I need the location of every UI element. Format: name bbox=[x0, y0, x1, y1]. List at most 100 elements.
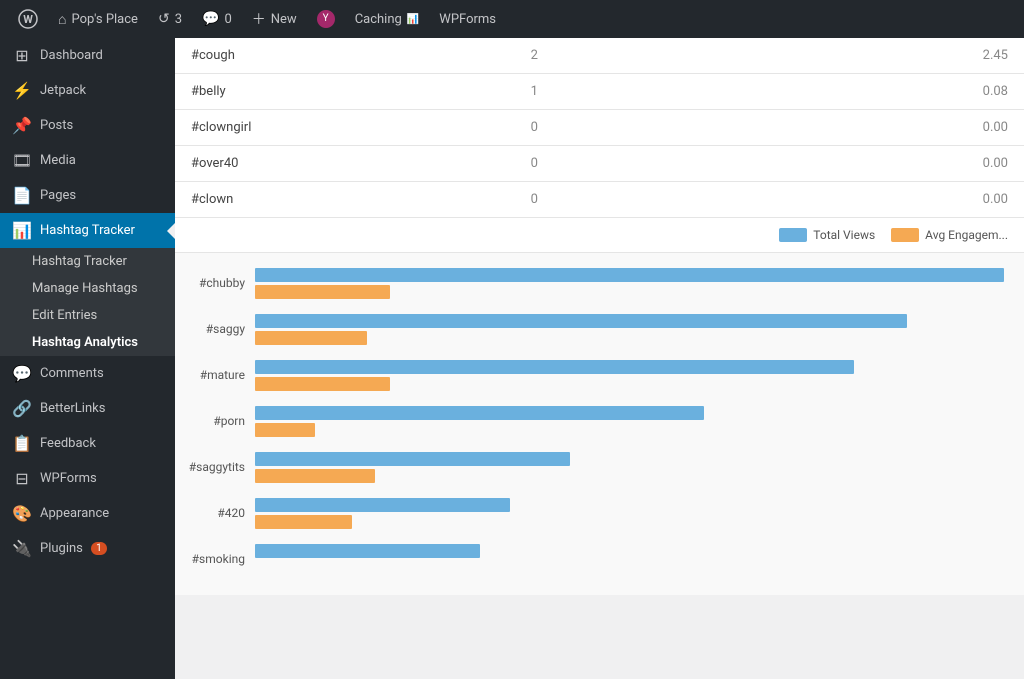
chart-row-bars bbox=[255, 452, 1004, 483]
sidebar-item-posts[interactable]: 📌 Posts bbox=[0, 108, 175, 143]
plus-icon: ＋ bbox=[252, 9, 266, 29]
posts-icon: 📌 bbox=[12, 116, 32, 135]
table-cell-tag: #clown bbox=[175, 182, 515, 218]
table-cell-tag: #cough bbox=[175, 38, 515, 74]
bar-orange bbox=[255, 377, 390, 391]
sidebar-item-pages[interactable]: 📄 Pages bbox=[0, 178, 175, 213]
sidebar-item-plugins[interactable]: 🔌 Plugins 1 bbox=[0, 531, 175, 566]
sidebar-item-feedback-label: Feedback bbox=[40, 436, 96, 451]
chart-row-bars bbox=[255, 406, 1004, 437]
chart-row: #chubby bbox=[175, 263, 1004, 303]
table-cell-value: 2.45 bbox=[769, 38, 1024, 74]
bar-orange bbox=[255, 331, 367, 345]
data-table: #cough 2 2.45 #belly 1 0.08 #clowngirl 0… bbox=[175, 38, 1024, 218]
sidebar-subitem-edit-entries[interactable]: Edit Entries bbox=[0, 302, 175, 329]
caching-chart-icon: 📊 bbox=[407, 14, 419, 25]
legend-avg-engagement-label: Avg Engagem... bbox=[925, 228, 1008, 242]
betterlinks-icon: 🔗 bbox=[12, 399, 32, 418]
sidebar-item-feedback[interactable]: 📋 Feedback bbox=[0, 426, 175, 461]
chart-row-bars bbox=[255, 360, 1004, 391]
sidebar-submenu-hashtag: Hashtag Tracker Manage Hashtags Edit Ent… bbox=[0, 248, 175, 356]
sidebar-item-betterlinks[interactable]: 🔗 BetterLinks bbox=[0, 391, 175, 426]
table-cell-count: 0 bbox=[515, 110, 770, 146]
comments-count: 0 bbox=[224, 12, 231, 27]
bar-blue bbox=[255, 406, 704, 420]
chart-legend: Total Views Avg Engagem... bbox=[175, 218, 1024, 253]
table-row: #clowngirl 0 0.00 bbox=[175, 110, 1024, 146]
wpforms-adminbar-button[interactable]: WPForms bbox=[429, 0, 506, 38]
chart-row: #smoking bbox=[175, 539, 1004, 579]
table-cell-value: 0.08 bbox=[769, 74, 1024, 110]
bar-orange bbox=[255, 515, 352, 529]
table-cell-value: 0.00 bbox=[769, 146, 1024, 182]
sidebar-item-appearance[interactable]: 🎨 Appearance bbox=[0, 496, 175, 531]
appearance-icon: 🎨 bbox=[12, 504, 32, 523]
chart-row-label: #mature bbox=[175, 368, 255, 382]
sidebar-item-media-label: Media bbox=[40, 153, 76, 168]
yoast-button[interactable]: Y bbox=[307, 0, 345, 38]
hashtag-chart: #chubby#saggy#mature#porn#saggytits#420#… bbox=[175, 253, 1024, 595]
updates-button[interactable]: ↺ 3 bbox=[148, 0, 192, 38]
caching-button[interactable]: Caching 📊 bbox=[345, 0, 430, 38]
chart-row-label: #chubby bbox=[175, 276, 255, 290]
chart-row-bars bbox=[255, 268, 1004, 299]
site-name-label: Pop's Place bbox=[71, 12, 137, 27]
chart-row: #420 bbox=[175, 493, 1004, 533]
legend-avg-engagement-color bbox=[891, 228, 919, 242]
sidebar-item-posts-label: Posts bbox=[40, 118, 73, 133]
updates-count: 3 bbox=[175, 12, 182, 27]
sidebar-item-hashtag-tracker-label: Hashtag Tracker bbox=[40, 223, 135, 238]
svg-text:W: W bbox=[23, 13, 33, 26]
hashtag-tracker-icon: 📊 bbox=[12, 221, 32, 240]
chart-row: #porn bbox=[175, 401, 1004, 441]
sidebar-item-comments[interactable]: 💬 Comments bbox=[0, 356, 175, 391]
sidebar-item-media[interactable]: 🎞 Media bbox=[0, 143, 175, 178]
chart-row: #mature bbox=[175, 355, 1004, 395]
table-cell-count: 0 bbox=[515, 182, 770, 218]
new-label: New bbox=[271, 12, 297, 27]
bar-orange bbox=[255, 285, 390, 299]
updates-icon: ↺ bbox=[158, 11, 170, 27]
bar-blue bbox=[255, 314, 907, 328]
comments-icon: 💬 bbox=[202, 11, 219, 27]
home-icon: ⌂ bbox=[58, 11, 66, 28]
plugins-icon: 🔌 bbox=[12, 539, 32, 558]
bar-blue bbox=[255, 544, 480, 558]
wpforms-adminbar-label: WPForms bbox=[439, 12, 496, 27]
chart-row-label: #smoking bbox=[175, 552, 255, 566]
main-layout: ⊞ Dashboard ⚡ Jetpack 📌 Posts 🎞 Media 📄 … bbox=[0, 38, 1024, 679]
table-row: #clown 0 0.00 bbox=[175, 182, 1024, 218]
sidebar-subitem-manage-hashtags[interactable]: Manage Hashtags bbox=[0, 275, 175, 302]
sidebar-item-betterlinks-label: BetterLinks bbox=[40, 401, 105, 416]
table-cell-count: 2 bbox=[515, 38, 770, 74]
caching-label: Caching bbox=[355, 12, 402, 27]
sidebar-item-jetpack[interactable]: ⚡ Jetpack bbox=[0, 73, 175, 108]
sidebar-item-hashtag-tracker[interactable]: 📊 Hashtag Tracker bbox=[0, 213, 175, 248]
sidebar-item-jetpack-label: Jetpack bbox=[40, 83, 86, 98]
table-row: #cough 2 2.45 bbox=[175, 38, 1024, 74]
table-cell-tag: #over40 bbox=[175, 146, 515, 182]
sidebar: ⊞ Dashboard ⚡ Jetpack 📌 Posts 🎞 Media 📄 … bbox=[0, 38, 175, 679]
chart-row-bars bbox=[255, 498, 1004, 529]
sidebar-item-wpforms[interactable]: ⊟ WPForms bbox=[0, 461, 175, 496]
bar-orange bbox=[255, 423, 315, 437]
chart-row-label: #saggytits bbox=[175, 460, 255, 474]
site-name-button[interactable]: ⌂ Pop's Place bbox=[48, 0, 148, 38]
media-icon: 🎞 bbox=[12, 151, 32, 170]
table-cell-value: 0.00 bbox=[769, 110, 1024, 146]
sidebar-active-arrow bbox=[167, 223, 175, 239]
hashtag-table: #cough 2 2.45 #belly 1 0.08 #clowngirl 0… bbox=[175, 38, 1024, 218]
wp-logo-button[interactable]: W bbox=[8, 0, 48, 38]
legend-total-views-color bbox=[779, 228, 807, 242]
bar-orange bbox=[255, 469, 375, 483]
chart-row-bars bbox=[255, 544, 1004, 575]
sidebar-subitem-hashtag-analytics[interactable]: Hashtag Analytics bbox=[0, 329, 175, 356]
sidebar-item-dashboard-label: Dashboard bbox=[40, 48, 103, 63]
table-row: #over40 0 0.00 bbox=[175, 146, 1024, 182]
sidebar-subitem-hashtag-tracker[interactable]: Hashtag Tracker bbox=[0, 248, 175, 275]
sidebar-item-pages-label: Pages bbox=[40, 188, 76, 203]
new-content-button[interactable]: ＋ New bbox=[242, 0, 307, 38]
sidebar-item-dashboard[interactable]: ⊞ Dashboard bbox=[0, 38, 175, 73]
legend-avg-engagement: Avg Engagem... bbox=[891, 228, 1008, 242]
comments-button[interactable]: 💬 0 bbox=[192, 0, 242, 38]
